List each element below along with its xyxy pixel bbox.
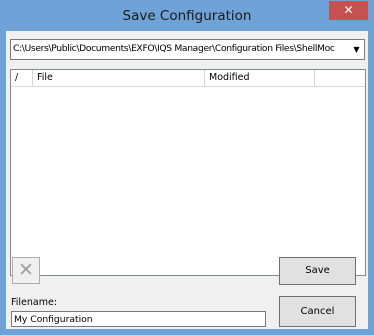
file-list[interactable]: / File Modified (10, 69, 366, 276)
dropdown-arrow-icon[interactable]: ▼ (350, 41, 363, 58)
column-header-sort[interactable]: / (11, 70, 33, 86)
dialog-body: C:\Users\Public\Documents\EXFO\IQS Manag… (6, 31, 368, 329)
dialog-title: Save Configuration (122, 8, 252, 24)
column-header-extra[interactable] (315, 70, 365, 86)
column-header-file[interactable]: File (33, 70, 205, 86)
filename-input[interactable] (11, 311, 266, 327)
delete-file-button[interactable]: ✕ (12, 257, 40, 284)
delete-icon: ✕ (18, 259, 34, 281)
close-icon: ✕ (343, 3, 354, 17)
filename-label: Filename: (11, 297, 58, 308)
cancel-button[interactable]: Cancel (279, 296, 356, 327)
title-bar[interactable]: Save Configuration ✕ (1, 1, 373, 31)
save-configuration-dialog: Save Configuration ✕ C:\Users\Public\Doc… (0, 0, 374, 335)
save-button[interactable]: Save (279, 257, 356, 285)
folder-path-combobox[interactable]: C:\Users\Public\Documents\EXFO\IQS Manag… (10, 39, 365, 60)
file-list-header: / File Modified (11, 70, 365, 87)
column-header-modified[interactable]: Modified (205, 70, 315, 86)
folder-path-value: C:\Users\Public\Documents\EXFO\IQS Manag… (13, 43, 335, 54)
close-button[interactable]: ✕ (329, 1, 368, 20)
